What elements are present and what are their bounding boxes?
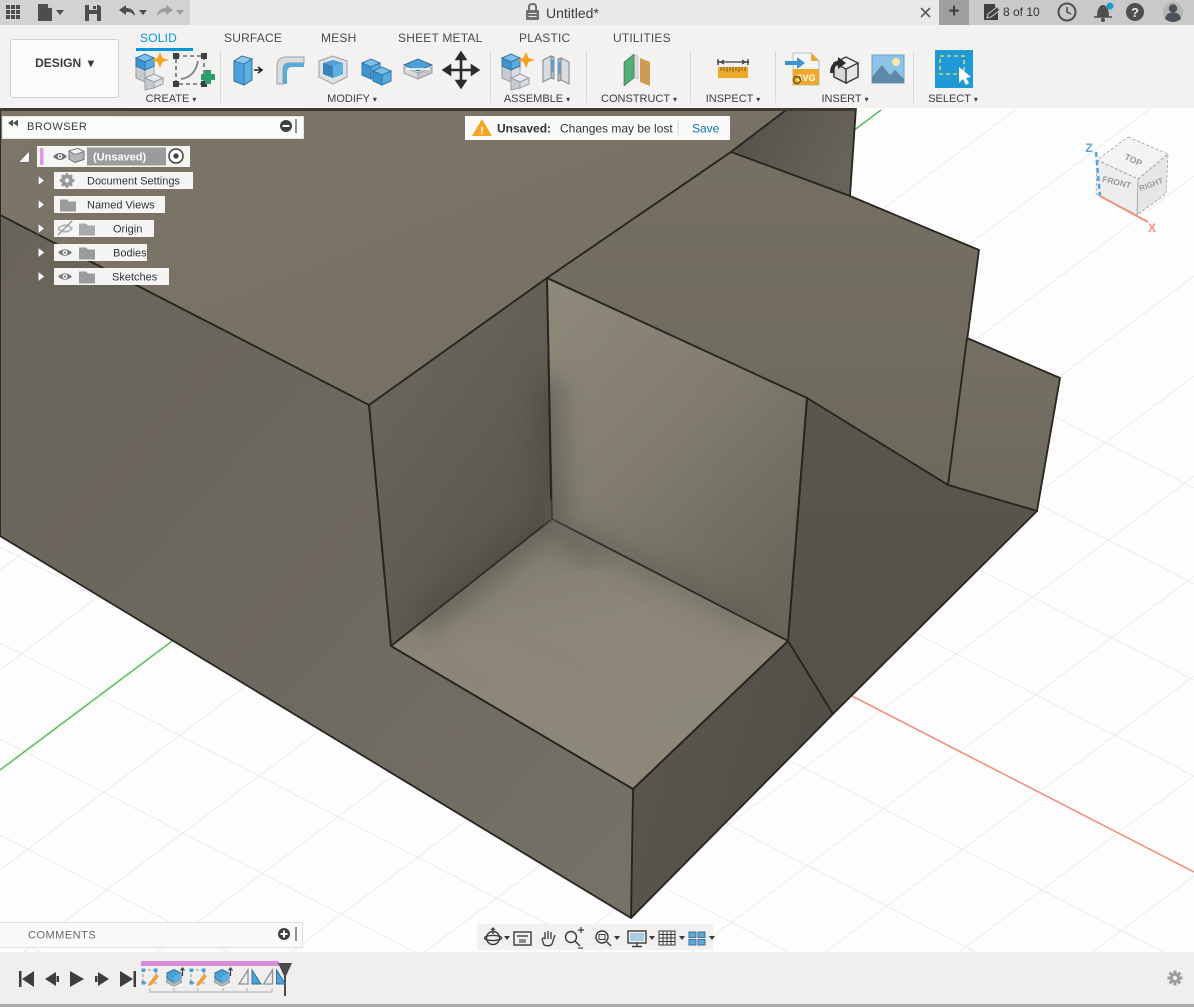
svg-text:Changes may be lost: Changes may be lost <box>560 122 673 136</box>
svg-text:BROWSER: BROWSER <box>27 121 87 133</box>
svg-text:Bodies: Bodies <box>113 248 147 260</box>
svg-text:X: X <box>1148 221 1156 235</box>
svg-text:Sketches: Sketches <box>112 272 158 284</box>
svg-text:!: ! <box>480 126 483 137</box>
svg-text:Z: Z <box>1085 141 1092 155</box>
svg-text:?: ? <box>1131 5 1139 20</box>
svg-text:COMMENTS: COMMENTS <box>28 930 96 942</box>
svg-text:(Unsaved): (Unsaved) <box>93 152 147 164</box>
svg-text:Named Views: Named Views <box>87 200 155 212</box>
svg-text:Origin: Origin <box>113 224 142 236</box>
svg-text:Document Settings: Document Settings <box>87 176 180 188</box>
svg-text:Unsaved:: Unsaved: <box>497 122 551 136</box>
svg-text:Save: Save <box>692 122 720 136</box>
